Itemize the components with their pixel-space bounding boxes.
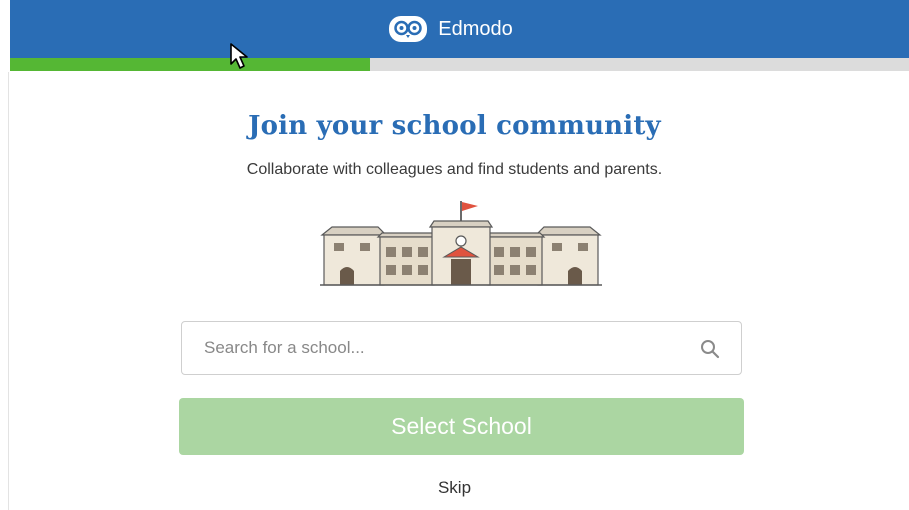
school-search-box[interactable] <box>181 321 742 375</box>
app-header: Edmodo <box>10 0 909 58</box>
mouse-cursor-icon <box>230 43 248 69</box>
app-name: Edmodo <box>438 17 513 40</box>
school-search-input[interactable] <box>204 322 684 374</box>
edmodo-logo-icon <box>389 16 428 42</box>
progress-fill <box>10 58 370 71</box>
onboarding-page: Edmodo Join your school community Collab… <box>0 0 909 510</box>
skip-link[interactable]: Skip <box>438 478 471 497</box>
brand[interactable]: Edmodo <box>388 15 513 43</box>
search-icon[interactable] <box>699 338 721 360</box>
school-building-icon <box>320 201 602 286</box>
select-school-button[interactable]: Select School <box>179 398 744 455</box>
page-subtitle: Collaborate with colleagues and find stu… <box>246 161 663 178</box>
onboarding-progress-bar <box>10 58 909 71</box>
skip-row: Skip <box>0 478 909 498</box>
page-title: Join your school community <box>248 111 661 141</box>
